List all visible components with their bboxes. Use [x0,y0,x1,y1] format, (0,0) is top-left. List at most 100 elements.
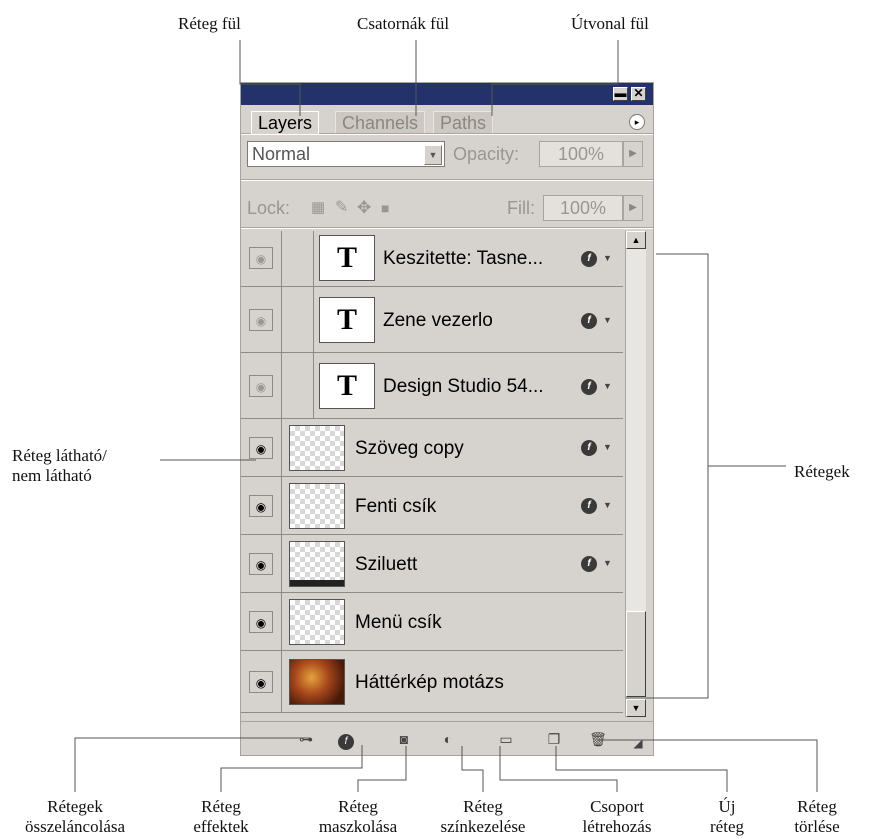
layer-thumbnail[interactable] [289,541,345,587]
fx-icon[interactable]: f [581,440,597,456]
layer-row[interactable]: ◉ Sziluett f ▼ [241,535,623,593]
opacity-arrow-icon[interactable]: ▶ [623,141,643,167]
layer-row[interactable]: ◉ Menü csík [241,593,623,651]
eye-icon[interactable]: ◉ [249,495,273,517]
text-layer-thumbnail[interactable]: T [319,363,375,409]
tab-paths[interactable]: Paths [433,111,494,134]
chevron-down-icon[interactable]: ▼ [603,381,612,391]
close-icon[interactable]: ✕ [631,87,646,101]
divider [281,593,282,650]
fx-icon[interactable]: f [335,730,357,750]
chevron-down-icon[interactable]: ▼ [603,558,612,568]
layer-row[interactable]: ◉ Fenti csík f ▼ [241,477,623,535]
callout-adjust-1: Réteg [463,797,503,816]
panel-tabs: Layers Channels Paths ▸ [241,105,653,134]
fx-icon[interactable]: f [581,313,597,329]
lock-brush-icon[interactable]: ✎ [335,195,348,221]
layer-name[interactable]: Háttérkép motázs [355,671,504,695]
lock-move-icon[interactable]: ✥ [357,195,371,221]
trash-icon[interactable]: 🗑 [587,730,609,748]
layer-row[interactable]: ◉ T Zene vezerlo f ▼ [241,287,623,353]
layer-name[interactable]: Sziluett [355,553,417,577]
chevron-down-icon[interactable]: ▼ [603,253,612,263]
eye-icon[interactable]: ◉ [249,611,273,633]
opacity-field[interactable]: 100% [539,141,623,167]
adjustment-icon[interactable]: ◐ [437,730,459,748]
fx-icon[interactable]: f [581,379,597,395]
layer-row[interactable]: ◉ Szöveg copy f ▼ [241,419,623,477]
layer-name[interactable]: Fenti csík [355,495,436,519]
blend-mode-value: Normal [252,144,311,164]
callout-visibility-1: Réteg látható/ [12,446,107,465]
eye-icon[interactable]: ◉ [249,309,273,331]
layer-row[interactable]: ◉ T Design Studio 54... f ▼ [241,353,623,419]
layer-name[interactable]: Zene vezerlo [383,309,493,333]
fill-arrow-icon[interactable]: ▶ [623,195,643,221]
callout-layer-tab: Réteg fül [178,14,241,33]
layer-thumbnail[interactable] [289,483,345,529]
new-layer-icon[interactable]: ❐ [543,730,565,748]
chevron-down-icon[interactable]: ▼ [603,500,612,510]
callout-layers: Rétegek [794,462,850,481]
callout-mask-2: maszkolása [318,817,398,836]
chevron-down-icon[interactable]: ▼ [603,442,612,452]
fill-field[interactable]: 100% [543,195,623,221]
fx-icon[interactable]: f [581,556,597,572]
panel-menu-icon[interactable]: ▸ [629,114,645,130]
tab-layers[interactable]: Layers [251,111,320,134]
minimize-icon[interactable]: ▬ [613,87,628,101]
text-layer-thumbnail[interactable]: T [319,235,375,281]
callout-new-2: réteg [710,817,744,836]
eye-icon[interactable]: ◉ [249,671,273,693]
folder-icon[interactable]: ▭ [495,730,517,748]
eye-icon[interactable]: ◉ [249,553,273,575]
divider [281,419,282,476]
eye-icon[interactable]: ◉ [249,437,273,459]
eye-icon[interactable]: ◉ [249,247,273,269]
divider [281,477,282,534]
layer-row[interactable]: ◉ T Keszitette: Tasne... f ▼ [241,231,623,287]
callout-mask-1: Réteg [338,797,378,816]
eye-icon[interactable]: ◉ [249,375,273,397]
scroll-thumb[interactable] [626,611,646,697]
layer-name[interactable]: Keszitette: Tasne... [383,247,543,271]
fx-icon[interactable]: f [581,251,597,267]
blend-mode-select[interactable]: Normal ▼ [247,141,445,167]
scroll-down-icon[interactable]: ▼ [626,699,646,717]
layer-name[interactable]: Menü csík [355,611,442,635]
layer-name[interactable]: Design Studio 54... [383,375,544,399]
layer-row[interactable]: ◉ Háttérkép motázs [241,651,623,713]
divider [281,651,282,712]
callout-group-1: Csoport [590,797,644,816]
chevron-down-icon[interactable]: ▼ [603,315,612,325]
panel-titlebar[interactable]: ▬ ✕ [241,83,653,105]
silhouette-shape [290,580,344,586]
callout-link-1: Rétegek [47,797,103,816]
divider [241,227,653,229]
resize-grip-icon[interactable]: ◢ [627,734,649,752]
callout-new-1: Új [718,797,736,816]
divider [281,287,282,352]
callout-effects-2: effektek [193,817,249,836]
callout-delete-1: Réteg [797,797,837,816]
link-icon[interactable]: ⊶ [295,730,317,748]
fill-label: Fill: [507,198,535,218]
lock-transparency-icon[interactable]: ▦ [311,195,325,221]
text-layer-thumbnail[interactable]: T [319,297,375,343]
divider [281,535,282,592]
mask-icon[interactable]: ◙ [393,730,415,748]
divider [313,353,314,418]
chevron-down-icon[interactable]: ▼ [424,145,442,165]
layer-list: ◉ T Keszitette: Tasne... f ▼ ◉ T Zene ve… [241,231,653,717]
callout-visibility-2: nem látható [12,466,92,485]
scroll-up-icon[interactable]: ▲ [626,231,646,249]
layer-scrollbar[interactable]: ▲ ▼ [625,231,646,717]
layer-thumbnail[interactable] [289,599,345,645]
tab-channels[interactable]: Channels [335,111,426,134]
background-thumbnail[interactable] [289,659,345,705]
fx-icon[interactable]: f [581,498,597,514]
callout-group-2: létrehozás [582,817,652,836]
lock-all-icon[interactable]: ■ [381,195,389,221]
layer-thumbnail[interactable] [289,425,345,471]
layer-name[interactable]: Szöveg copy [355,437,464,461]
